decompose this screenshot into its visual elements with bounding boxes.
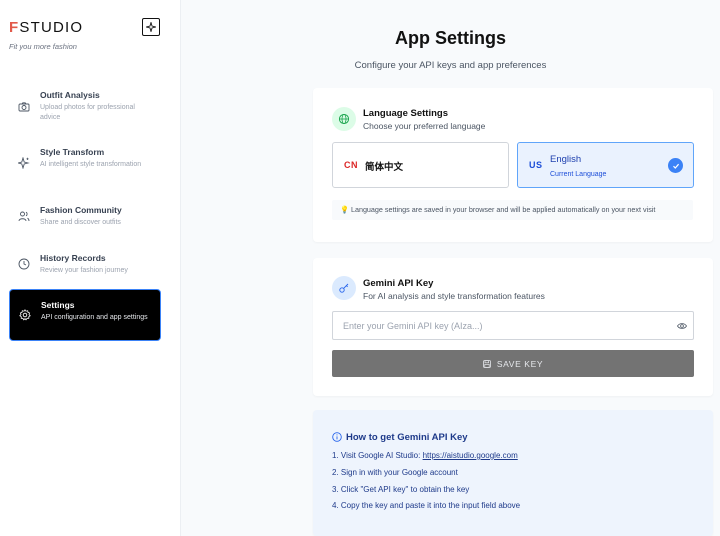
help-title: How to get Gemini API Key bbox=[346, 432, 468, 443]
main-content: App Settings Configure your API keys and… bbox=[181, 0, 720, 536]
language-label: 简体中文 bbox=[365, 162, 404, 173]
current-language-label: Current Language bbox=[550, 171, 607, 178]
api-key-desc: For AI analysis and style transformation… bbox=[363, 291, 545, 301]
check-icon bbox=[668, 158, 683, 173]
camera-icon bbox=[18, 102, 30, 112]
nav-title: Outfit Analysis bbox=[40, 90, 100, 100]
users-icon bbox=[18, 211, 30, 222]
nav-desc: Share and discover outfits bbox=[40, 219, 121, 226]
nav-desc: AI intelligent style transformation bbox=[40, 161, 142, 168]
page-title: App Settings bbox=[395, 28, 506, 48]
language-settings-title: Language Settings bbox=[363, 108, 448, 119]
brand-tagline: Fit you more fashion bbox=[9, 42, 77, 51]
aistudio-link[interactable]: https://aistudio.google.com bbox=[423, 451, 518, 460]
page-subtitle: Configure your API keys and app preferen… bbox=[354, 60, 547, 71]
save-key-button[interactable]: SAVE KEY bbox=[332, 350, 694, 377]
china-flag-icon: CN bbox=[344, 160, 358, 170]
nav-item-outfit-analysis[interactable]: Outfit Analysis Upload photos for profes… bbox=[9, 81, 161, 133]
api-key-input[interactable] bbox=[332, 311, 694, 340]
gear-icon bbox=[19, 309, 31, 321]
help-step-3: 3. Click "Get API key" to obtain the key bbox=[332, 485, 470, 494]
brand-initial: F bbox=[9, 19, 20, 36]
help-step-2: 2. Sign in with your Google account bbox=[332, 468, 458, 477]
language-settings-desc: Choose your preferred language bbox=[363, 121, 486, 131]
nav-title: Settings bbox=[41, 300, 75, 310]
api-key-card: Gemini API Key For AI analysis and style… bbox=[313, 258, 713, 396]
save-key-label: SAVE KEY bbox=[496, 358, 544, 369]
key-icon bbox=[332, 276, 356, 300]
nav-item-style-transform[interactable]: Style Transform AI intelligent style tra… bbox=[9, 137, 161, 189]
save-icon bbox=[483, 359, 491, 368]
eye-icon[interactable] bbox=[677, 321, 687, 331]
nav-desc: Upload photos for professional advice bbox=[40, 104, 135, 121]
nav-title: History Records bbox=[40, 253, 106, 263]
help-card: How to get Gemini API Key 1. Visit Googl… bbox=[313, 410, 713, 536]
globe-icon bbox=[332, 107, 356, 131]
language-option-chinese[interactable]: CN 简体中文 bbox=[332, 142, 509, 188]
nav-item-settings[interactable]: Settings API configuration and app setti… bbox=[9, 289, 161, 341]
help-step-1: 1. Visit Google AI Studio: https://aistu… bbox=[332, 451, 518, 460]
us-flag-icon: US bbox=[529, 160, 543, 170]
brand-name: STUDIO bbox=[19, 19, 84, 36]
language-option-english[interactable]: US English Current Language bbox=[517, 142, 694, 188]
sparkles-icon bbox=[18, 157, 30, 169]
help-step-4: 4. Copy the key and paste it into the in… bbox=[332, 501, 521, 510]
language-label: English bbox=[550, 154, 582, 165]
language-settings-card: Language Settings Choose your preferred … bbox=[313, 88, 713, 242]
nav-item-history-records[interactable]: History Records Review your fashion jour… bbox=[9, 238, 161, 290]
nav-item-fashion-community[interactable]: Fashion Community Share and discover out… bbox=[9, 190, 161, 242]
nav-desc: API configuration and app settings bbox=[41, 314, 148, 321]
info-icon bbox=[332, 432, 342, 442]
sparkle-icon bbox=[146, 22, 156, 32]
brand-logo[interactable]: FSTUDIO bbox=[9, 19, 83, 36]
sidebar: FSTUDIO Fit you more fashion Outfit Anal… bbox=[0, 0, 181, 536]
api-key-title: Gemini API Key bbox=[363, 278, 434, 289]
clock-icon bbox=[18, 258, 30, 270]
sparkle-button[interactable] bbox=[142, 18, 160, 36]
language-note: 💡 Language settings are saved in your br… bbox=[332, 200, 693, 220]
help-step-text: 1. Visit Google AI Studio: bbox=[332, 451, 423, 460]
nav-desc: Review your fashion journey bbox=[40, 267, 128, 274]
nav-title: Style Transform bbox=[40, 147, 105, 157]
nav-title: Fashion Community bbox=[40, 205, 122, 215]
